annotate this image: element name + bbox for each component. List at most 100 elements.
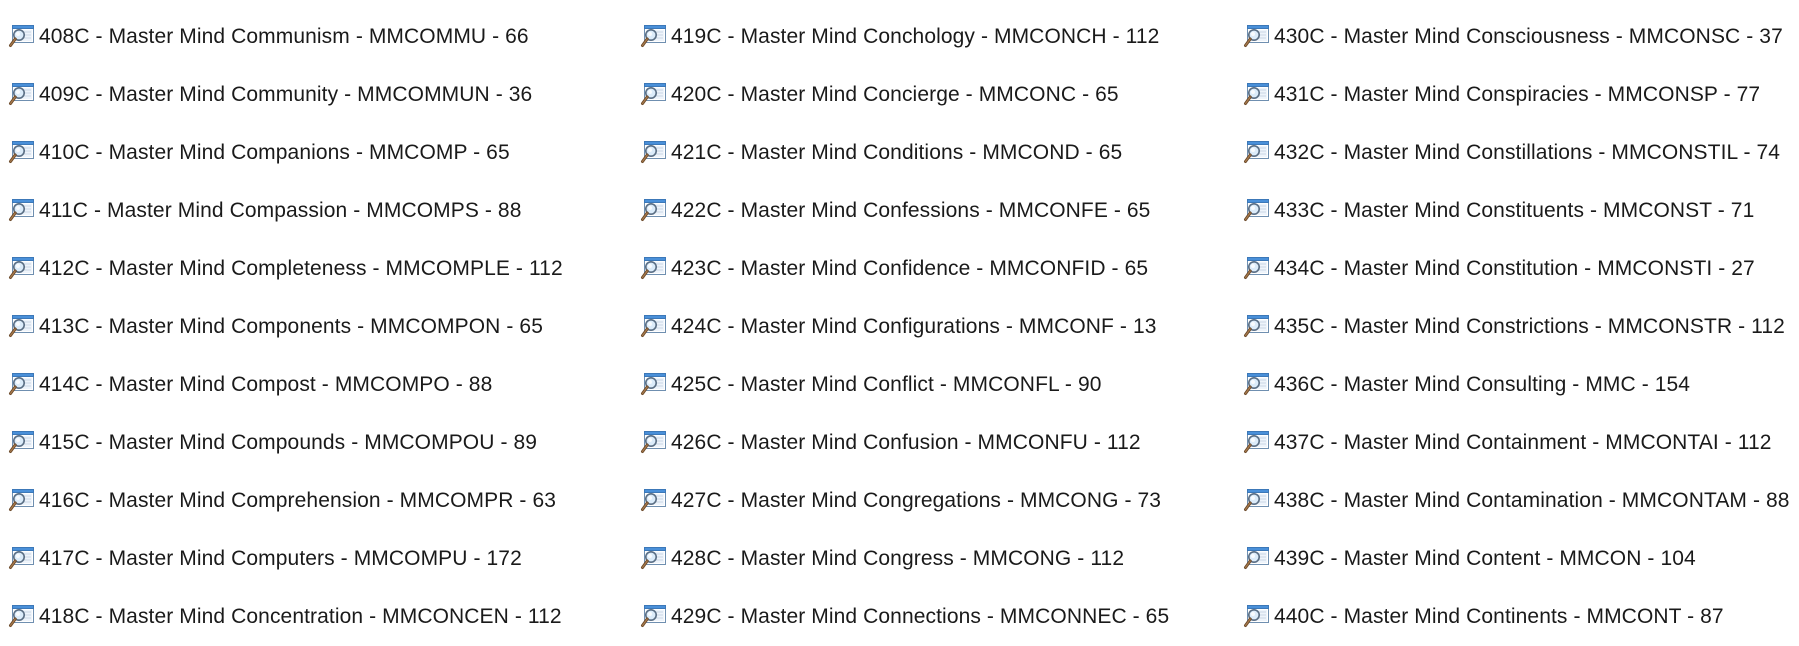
file-item[interactable]: 427C - Master Mind Congregations - MMCON… [640,472,1243,530]
file-item[interactable]: 409C - Master Mind Community - MMCOMMUN … [8,66,640,124]
search-file-icon [640,196,668,224]
file-item[interactable]: 424C - Master Mind Configurations - MMCO… [640,298,1243,356]
file-name: 431C - Master Mind Conspiracies - MMCONS… [1274,83,1761,106]
file-name: 430C - Master Mind Consciousness - MMCON… [1274,25,1783,48]
file-item[interactable]: 435C - Master Mind Constrictions - MMCON… [1243,298,1798,356]
file-item[interactable]: 415C - Master Mind Compounds - MMCOMPOU … [8,414,640,472]
search-file-icon [640,602,668,630]
file-item[interactable]: 428C - Master Mind Congress - MMCONG - 1… [640,530,1243,588]
file-item[interactable]: 433C - Master Mind Constituents - MMCONS… [1243,182,1798,240]
file-item[interactable]: 412C - Master Mind Completeness - MMCOMP… [8,240,640,298]
search-file-icon [1243,428,1271,456]
file-name: 435C - Master Mind Constrictions - MMCON… [1274,315,1785,338]
file-name: 438C - Master Mind Contamination - MMCON… [1274,489,1790,512]
file-item[interactable]: 434C - Master Mind Constitution - MMCONS… [1243,240,1798,298]
search-file-icon [1243,138,1271,166]
search-file-icon [8,544,36,572]
file-name: 422C - Master Mind Confessions - MMCONFE… [671,199,1151,222]
file-name: 426C - Master Mind Confusion - MMCONFU -… [671,431,1141,454]
file-name: 432C - Master Mind Constillations - MMCO… [1274,141,1781,164]
file-name: 421C - Master Mind Conditions - MMCOND -… [671,141,1123,164]
search-file-icon [640,254,668,282]
file-item[interactable]: 436C - Master Mind Consulting - MMC - 15… [1243,356,1798,414]
file-item[interactable]: 437C - Master Mind Containment - MMCONTA… [1243,414,1798,472]
file-item[interactable]: 431C - Master Mind Conspiracies - MMCONS… [1243,66,1798,124]
file-item[interactable]: 420C - Master Mind Concierge - MMCONC - … [640,66,1243,124]
search-file-icon [1243,544,1271,572]
file-name: 423C - Master Mind Confidence - MMCONFID… [671,257,1149,280]
search-file-icon [1243,80,1271,108]
file-item[interactable]: 414C - Master Mind Compost - MMCOMPO - 8… [8,356,640,414]
file-item[interactable]: 432C - Master Mind Constillations - MMCO… [1243,124,1798,182]
file-name: 429C - Master Mind Connections - MMCONNE… [671,605,1170,628]
search-file-icon [640,486,668,514]
search-file-icon [640,138,668,166]
search-file-icon [8,312,36,340]
search-file-icon [8,428,36,456]
search-file-icon [1243,22,1271,50]
file-name: 420C - Master Mind Concierge - MMCONC - … [671,83,1119,106]
file-name: 414C - Master Mind Compost - MMCOMPO - 8… [39,373,493,396]
file-item[interactable]: 410C - Master Mind Companions - MMCOMP -… [8,124,640,182]
file-item[interactable]: 438C - Master Mind Contamination - MMCON… [1243,472,1798,530]
file-name: 440C - Master Mind Continents - MMCONT -… [1274,605,1724,628]
search-file-icon [8,602,36,630]
search-file-icon [8,486,36,514]
search-file-icon [8,22,36,50]
search-file-icon [640,370,668,398]
file-name: 436C - Master Mind Consulting - MMC - 15… [1274,373,1691,396]
search-file-icon [1243,602,1271,630]
search-file-icon [640,80,668,108]
file-item[interactable]: 421C - Master Mind Conditions - MMCOND -… [640,124,1243,182]
search-file-icon [8,370,36,398]
file-name: 416C - Master Mind Comprehension - MMCOM… [39,489,557,512]
search-file-icon [640,544,668,572]
file-item[interactable]: 429C - Master Mind Connections - MMCONNE… [640,588,1243,646]
search-file-icon [1243,254,1271,282]
file-name: 412C - Master Mind Completeness - MMCOMP… [39,257,563,280]
file-name: 411C - Master Mind Compassion - MMCOMPS … [39,199,522,222]
file-item[interactable]: 416C - Master Mind Comprehension - MMCOM… [8,472,640,530]
search-file-icon [640,428,668,456]
file-item[interactable]: 422C - Master Mind Confessions - MMCONFE… [640,182,1243,240]
search-file-icon [8,196,36,224]
file-item[interactable]: 413C - Master Mind Components - MMCOMPON… [8,298,640,356]
file-name: 413C - Master Mind Components - MMCOMPON… [39,315,543,338]
file-name: 434C - Master Mind Constitution - MMCONS… [1274,257,1755,280]
file-name: 424C - Master Mind Configurations - MMCO… [671,315,1157,338]
file-item[interactable]: 411C - Master Mind Compassion - MMCOMPS … [8,182,640,240]
search-file-icon [640,312,668,340]
file-name: 417C - Master Mind Computers - MMCOMPU -… [39,547,522,570]
file-item[interactable]: 430C - Master Mind Consciousness - MMCON… [1243,8,1798,66]
file-name: 415C - Master Mind Compounds - MMCOMPOU … [39,431,538,454]
file-name: 409C - Master Mind Community - MMCOMMUN … [39,83,533,106]
file-item[interactable]: 417C - Master Mind Computers - MMCOMPU -… [8,530,640,588]
file-item[interactable]: 440C - Master Mind Continents - MMCONT -… [1243,588,1798,646]
file-item[interactable]: 423C - Master Mind Confidence - MMCONFID… [640,240,1243,298]
file-name: 425C - Master Mind Conflict - MMCONFL - … [671,373,1102,396]
search-file-icon [8,80,36,108]
file-name: 427C - Master Mind Congregations - MMCON… [671,489,1162,512]
file-name: 437C - Master Mind Containment - MMCONTA… [1274,431,1772,454]
search-file-icon [1243,312,1271,340]
file-item[interactable]: 426C - Master Mind Confusion - MMCONFU -… [640,414,1243,472]
file-name: 410C - Master Mind Companions - MMCOMP -… [39,141,510,164]
search-file-icon [640,22,668,50]
file-list: 408C - Master Mind Communism - MMCOMMU -… [8,8,1798,628]
file-item[interactable]: 418C - Master Mind Concentration - MMCON… [8,588,640,646]
file-item[interactable]: 425C - Master Mind Conflict - MMCONFL - … [640,356,1243,414]
search-file-icon [1243,196,1271,224]
file-name: 428C - Master Mind Congress - MMCONG - 1… [671,547,1125,570]
file-name: 439C - Master Mind Content - MMCON - 104 [1274,547,1696,570]
file-item[interactable]: 439C - Master Mind Content - MMCON - 104 [1243,530,1798,588]
file-item[interactable]: 419C - Master Mind Conchology - MMCONCH … [640,8,1243,66]
search-file-icon [1243,486,1271,514]
file-name: 419C - Master Mind Conchology - MMCONCH … [671,25,1160,48]
search-file-icon [8,138,36,166]
search-file-icon [1243,370,1271,398]
file-name: 433C - Master Mind Constituents - MMCONS… [1274,199,1755,222]
search-file-icon [8,254,36,282]
file-name: 408C - Master Mind Communism - MMCOMMU -… [39,25,529,48]
file-name: 418C - Master Mind Concentration - MMCON… [39,605,562,628]
file-item[interactable]: 408C - Master Mind Communism - MMCOMMU -… [8,8,640,66]
